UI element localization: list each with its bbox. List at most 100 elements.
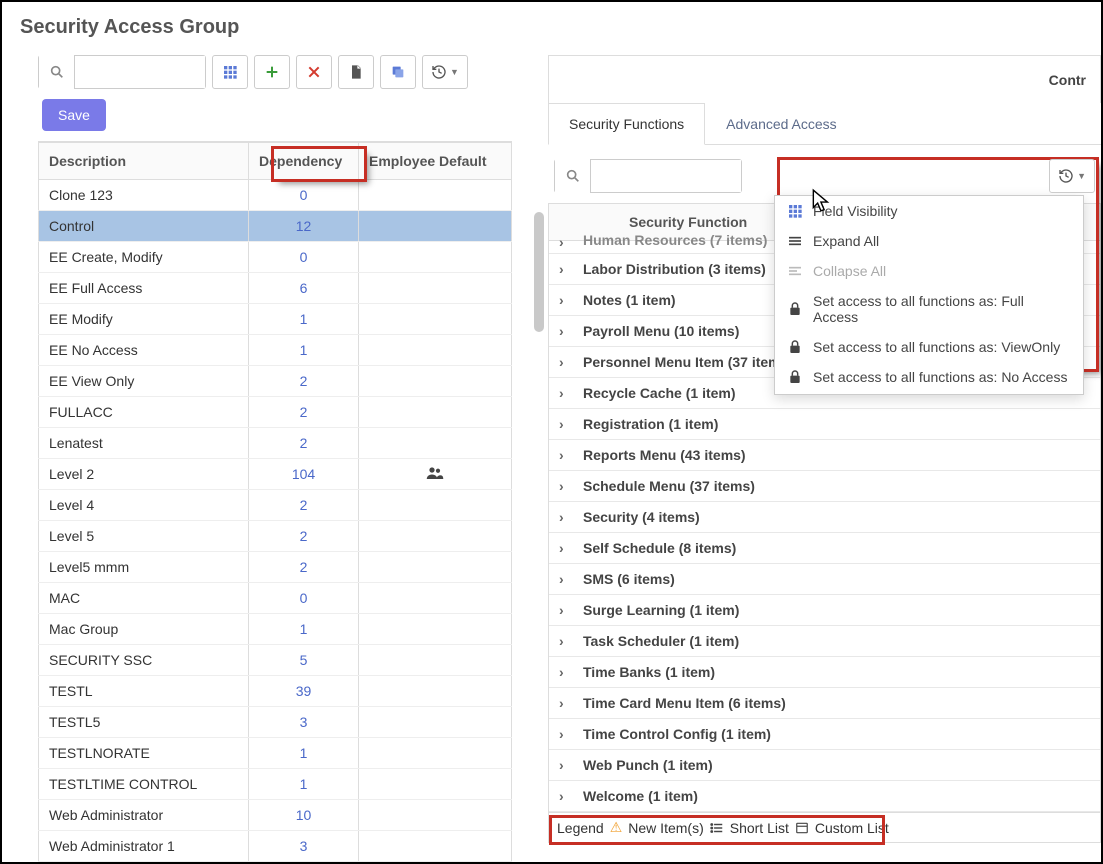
- dependency-link[interactable]: 2: [300, 528, 308, 544]
- menu-full-access[interactable]: Set access to all functions as: Full Acc…: [775, 286, 1083, 332]
- dependency-link[interactable]: 0: [300, 187, 308, 203]
- dependency-link[interactable]: 12: [296, 218, 312, 234]
- function-row[interactable]: ›Time Control Config (1 item): [549, 719, 1100, 750]
- function-row[interactable]: ›SMS (6 items): [549, 564, 1100, 595]
- search-box: [38, 55, 206, 89]
- table-row[interactable]: TESTLNORATE1: [39, 738, 512, 769]
- dependency-link[interactable]: 0: [300, 249, 308, 265]
- scrollbar[interactable]: [534, 212, 544, 332]
- search-input[interactable]: [75, 56, 205, 88]
- history-icon: [1058, 168, 1074, 184]
- dependency-link[interactable]: 3: [300, 838, 308, 854]
- dependency-link[interactable]: 1: [300, 776, 308, 792]
- table-row[interactable]: Web Administrator10: [39, 800, 512, 831]
- cell-employee-default: [359, 583, 512, 614]
- search-button[interactable]: [39, 55, 75, 89]
- menu-collapse-all[interactable]: Collapse All: [775, 256, 1083, 286]
- chevron-right-icon: ›: [559, 234, 573, 250]
- right-history-button[interactable]: ▼: [1049, 159, 1095, 193]
- menu-view-only[interactable]: Set access to all functions as: ViewOnly: [775, 332, 1083, 362]
- chevron-right-icon: ›: [559, 664, 573, 680]
- function-row[interactable]: ›Reports Menu (43 items): [549, 440, 1100, 471]
- legend-new: New Item(s): [628, 820, 703, 836]
- col-dependency[interactable]: Dependency: [249, 143, 359, 180]
- table-row[interactable]: EE View Only2: [39, 366, 512, 397]
- dependency-link[interactable]: 1: [300, 342, 308, 358]
- table-row[interactable]: Level5 mmm2: [39, 552, 512, 583]
- table-row[interactable]: Level 42: [39, 490, 512, 521]
- dependency-link[interactable]: 1: [300, 745, 308, 761]
- col-description[interactable]: Description: [39, 143, 249, 180]
- table-row[interactable]: Mac Group1: [39, 614, 512, 645]
- menu-expand-all[interactable]: Expand All: [775, 226, 1083, 256]
- plus-icon: [264, 64, 280, 80]
- dependency-link[interactable]: 10: [296, 807, 312, 823]
- cell-dependency: 3: [249, 707, 359, 738]
- export-button[interactable]: [338, 55, 374, 89]
- tab-security-functions[interactable]: Security Functions: [548, 103, 705, 145]
- cell-employee-default: [359, 304, 512, 335]
- function-row[interactable]: ›Task Scheduler (1 item): [549, 626, 1100, 657]
- table-row[interactable]: TESTL39: [39, 676, 512, 707]
- function-row[interactable]: ›Schedule Menu (37 items): [549, 471, 1100, 502]
- dependency-link[interactable]: 6: [300, 280, 308, 296]
- chevron-right-icon: ›: [559, 261, 573, 277]
- right-search-button[interactable]: [555, 159, 591, 193]
- dependency-link[interactable]: 2: [300, 373, 308, 389]
- dependency-link[interactable]: 1: [300, 621, 308, 637]
- dependency-link[interactable]: 5: [300, 652, 308, 668]
- table-row[interactable]: SECURITY SSC5: [39, 645, 512, 676]
- table-row[interactable]: TESTL53: [39, 707, 512, 738]
- cell-dependency: 2: [249, 490, 359, 521]
- cell-description: MAC: [39, 583, 249, 614]
- function-row[interactable]: ›Time Card Menu Item (6 items): [549, 688, 1100, 719]
- chevron-right-icon: ›: [559, 602, 573, 618]
- table-row[interactable]: EE Modify1: [39, 304, 512, 335]
- history-button[interactable]: ▼: [422, 55, 468, 89]
- function-row[interactable]: ›Web Punch (1 item): [549, 750, 1100, 781]
- dependency-link[interactable]: 2: [300, 559, 308, 575]
- dependency-link[interactable]: 3: [300, 714, 308, 730]
- table-row[interactable]: EE Full Access6: [39, 273, 512, 304]
- table-row[interactable]: EE No Access 1: [39, 335, 512, 366]
- dependency-link[interactable]: 39: [296, 683, 312, 699]
- table-row[interactable]: Lenatest2: [39, 428, 512, 459]
- table-row[interactable]: MAC 0: [39, 583, 512, 614]
- right-search-box: [554, 159, 742, 193]
- function-row[interactable]: ›Security (4 items): [549, 502, 1100, 533]
- dependency-link[interactable]: 0: [300, 590, 308, 606]
- save-button[interactable]: Save: [42, 99, 106, 131]
- menu-field-visibility[interactable]: Field Visibility: [775, 196, 1083, 226]
- dependency-link[interactable]: 2: [300, 497, 308, 513]
- table-row[interactable]: Level 52: [39, 521, 512, 552]
- expand-icon: [787, 233, 803, 249]
- table-row[interactable]: TESTLTIME CONTROL1: [39, 769, 512, 800]
- function-row[interactable]: ›Self Schedule (8 items): [549, 533, 1100, 564]
- function-row[interactable]: ›Registration (1 item): [549, 409, 1100, 440]
- table-row[interactable]: Clone 1230: [39, 180, 512, 211]
- right-search-input[interactable]: [591, 160, 741, 192]
- function-row[interactable]: ›Time Banks (1 item): [549, 657, 1100, 688]
- tab-advanced-access[interactable]: Advanced Access: [705, 103, 858, 144]
- add-button[interactable]: [254, 55, 290, 89]
- dependency-link[interactable]: 1: [300, 311, 308, 327]
- dependency-link[interactable]: 2: [300, 404, 308, 420]
- table-row[interactable]: FULLACC2: [39, 397, 512, 428]
- col-employee-default[interactable]: Employee Default: [359, 143, 512, 180]
- delete-button[interactable]: [296, 55, 332, 89]
- dependency-link[interactable]: 2: [300, 435, 308, 451]
- grid-view-button[interactable]: [212, 55, 248, 89]
- function-row[interactable]: ›Surge Learning (1 item): [549, 595, 1100, 626]
- table-row[interactable]: Level 2104: [39, 459, 512, 490]
- table-row[interactable]: Web Administrator 13: [39, 831, 512, 862]
- cell-description: EE No Access: [39, 335, 249, 366]
- menu-no-access[interactable]: Set access to all functions as: No Acces…: [775, 362, 1083, 394]
- copy-button[interactable]: [380, 55, 416, 89]
- table-row[interactable]: Control12: [39, 211, 512, 242]
- dependency-link[interactable]: 104: [292, 466, 315, 482]
- table-row[interactable]: EE Create, Modify0: [39, 242, 512, 273]
- collapse-icon: [787, 263, 803, 279]
- left-panel: ▼ Save Description Dependency Employee D…: [2, 49, 542, 859]
- cell-dependency: 104: [249, 459, 359, 490]
- function-row[interactable]: ›Welcome (1 item): [549, 781, 1100, 812]
